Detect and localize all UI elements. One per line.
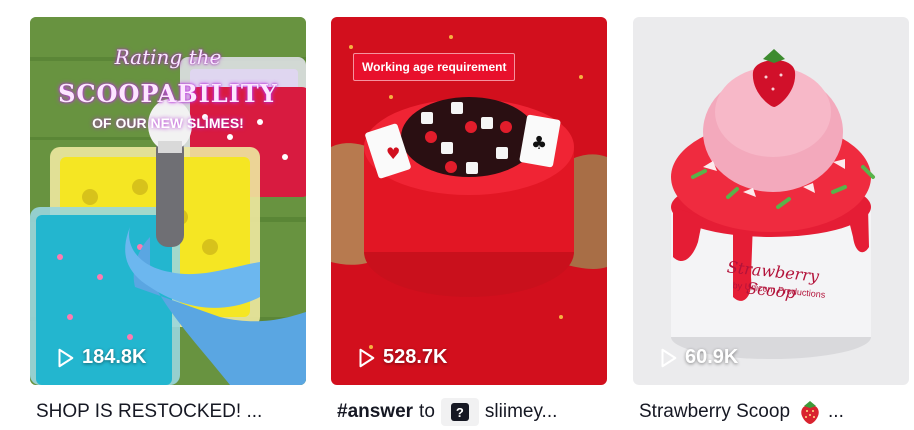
question-icon: ? — [440, 398, 479, 426]
view-count-text: 60.9K — [685, 346, 739, 368]
video-card-2[interactable]: ♥ ♣ Working age requirement 528.7K #answ… — [331, 17, 607, 426]
caption-text: Strawberry Scoop — [639, 401, 791, 422]
play-icon — [58, 348, 74, 367]
video-card-3[interactable]: Strawberry Scoop by Unicorn Productions … — [633, 17, 909, 424]
video-thumbnail-1[interactable]: Rating the SCOOPABILITY OF OUR NEW SLIME… — [30, 17, 306, 385]
content-badge: Working age requirement — [353, 53, 516, 81]
video-thumbnail-2[interactable]: ♥ ♣ Working age requirement 528.7K — [331, 17, 607, 385]
view-count-text: 528.7K — [383, 346, 448, 368]
view-count-1: 184.8K — [54, 346, 147, 369]
account-mention[interactable]: sliimey... — [485, 401, 557, 423]
play-icon — [661, 348, 677, 367]
video-caption-1[interactable]: SHOP IS RESTOCKED! ... — [36, 397, 304, 427]
view-count-3: 60.9K — [657, 346, 738, 369]
hashtag-link[interactable]: #answer — [337, 401, 413, 423]
caption-word: to — [419, 401, 435, 422]
view-count-text: 184.8K — [82, 346, 147, 368]
video-card-1[interactable]: Rating the SCOOPABILITY OF OUR NEW SLIME… — [30, 17, 306, 422]
view-count-2: 528.7K — [355, 346, 448, 369]
thumbnail-image-3 — [633, 17, 909, 385]
strawberry-emoji — [801, 401, 819, 424]
video-caption-2[interactable]: #answer to ? sliimey... — [337, 397, 605, 427]
video-caption-3[interactable]: Strawberry Scoop ... — [639, 397, 907, 427]
video-thumbnail-3[interactable]: Strawberry Scoop by Unicorn Productions … — [633, 17, 909, 385]
svg-text:♣: ♣ — [531, 133, 547, 154]
svg-text:♥: ♥ — [386, 144, 400, 163]
play-icon — [359, 348, 375, 367]
thumbnail-image-1 — [30, 17, 306, 385]
caption-ellipsis: ... — [828, 401, 844, 422]
caption-text: SHOP IS RESTOCKED! ... — [36, 401, 263, 422]
